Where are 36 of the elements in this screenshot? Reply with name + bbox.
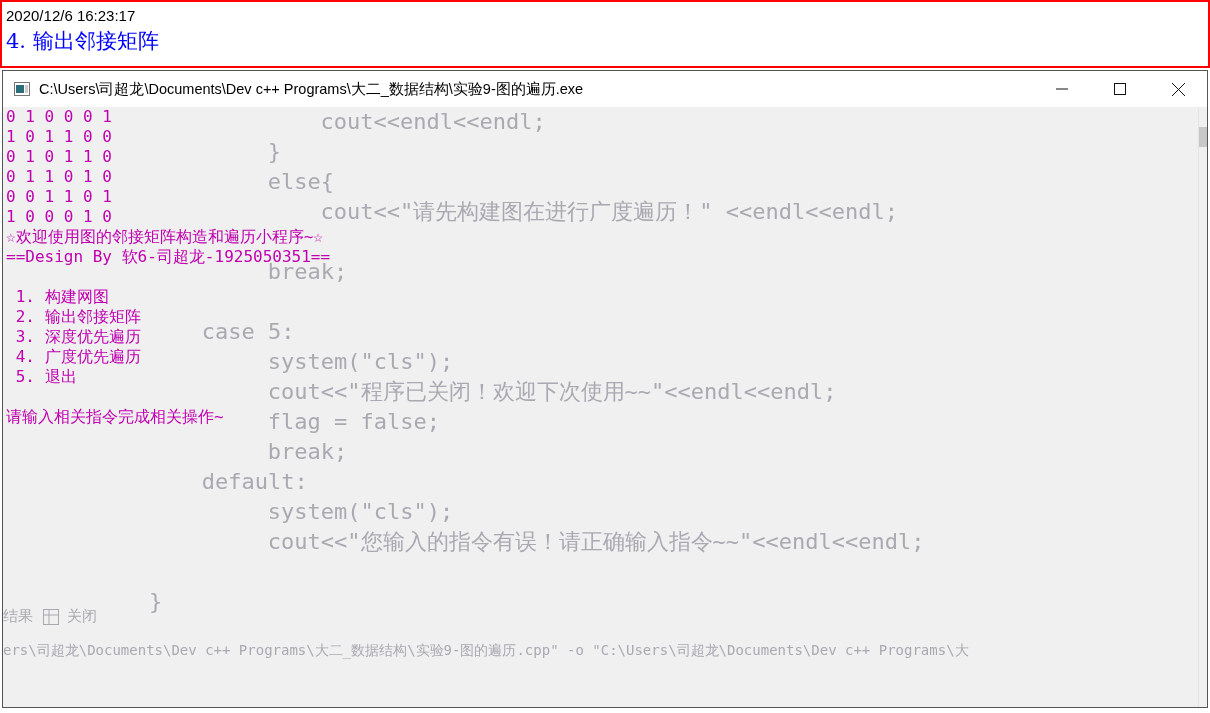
console-output-line: 0 1 1 0 1 0 xyxy=(6,167,112,187)
console-output-line: 2. 输出邻接矩阵 xyxy=(14,307,141,327)
console-output-line: 1. 构建网图 xyxy=(14,287,109,307)
close-icon xyxy=(1171,82,1185,96)
console-icon xyxy=(14,82,30,96)
console-output-line: 0 1 0 1 1 0 xyxy=(6,147,112,167)
console-output-line: 1 0 1 1 0 0 xyxy=(6,127,112,147)
console-output-line: 4. 广度优先遍历 xyxy=(14,347,141,367)
code-line: } xyxy=(267,138,282,166)
console-output-line: 1 0 0 0 1 0 xyxy=(6,207,112,227)
code-line: system("cls"); xyxy=(267,348,454,376)
window-title: C:\Users\司超龙\Documents\Dev c++ Programs\大二_数据结构\实验9-图的遍历.exe xyxy=(39,79,584,99)
grid-icon xyxy=(43,608,59,625)
maximize-icon xyxy=(1114,83,1126,95)
scrollbar[interactable] xyxy=(1198,107,1207,707)
code-line: else{ xyxy=(267,168,335,196)
console-output-line: 5. 退出 xyxy=(14,367,77,387)
console-output-line: 3. 深度优先遍历 xyxy=(14,327,141,347)
code-line: system("cls"); xyxy=(267,498,454,526)
code-line: cout<<"您输入的指令有误！请正确输入指令~~"<<endl<<endl; xyxy=(267,528,925,556)
code-line: default: xyxy=(201,468,308,496)
timestamp: 2020/12/6 16:23:17 xyxy=(6,6,137,26)
code-line: flag = false; xyxy=(267,408,440,436)
code-line: } xyxy=(149,588,163,616)
tab-label: 结果 xyxy=(3,607,33,626)
code-line: break; xyxy=(267,438,348,466)
console-output-line: 0 1 0 0 0 1 xyxy=(6,107,112,127)
console-output-line: ☆欢迎使用图的邻接矩阵构造和遍历小程序~☆ xyxy=(6,227,323,247)
code-line: case 5: xyxy=(201,318,295,346)
code-line: cout<<"程序已关闭！欢迎下次使用~~"<<endl<<endl; xyxy=(267,378,837,406)
header-title: 4. 输出邻接矩阵 xyxy=(6,28,160,55)
code-line: cout<<endl<<endl; xyxy=(320,108,546,136)
code-line: cout<<"请先构建图在进行广度遍历！" <<endl<<endl; xyxy=(320,198,898,226)
console-output-line: 请输入相关指令完成相关操作~ xyxy=(6,407,224,427)
tab-label: 关闭 xyxy=(67,607,97,626)
console-output-line: 0 0 1 1 0 1 xyxy=(6,187,112,207)
